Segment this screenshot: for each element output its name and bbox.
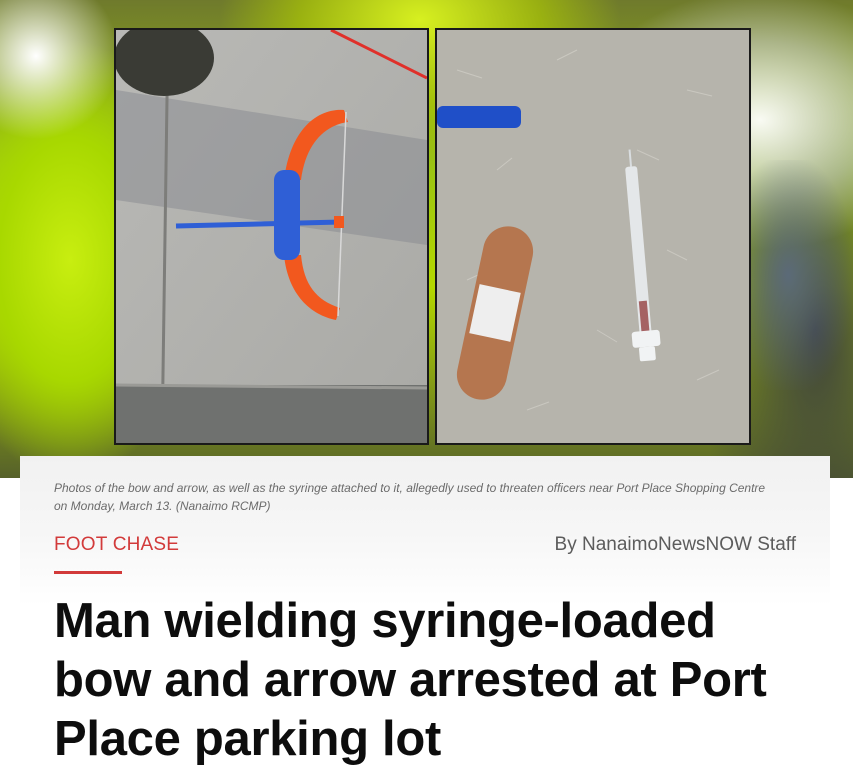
photo-caption: Photos of the bow and arrow, as well as … <box>54 481 766 513</box>
photo-syringe-and-bandage <box>435 28 751 445</box>
photo-bow-and-arrow <box>114 28 429 445</box>
category-link[interactable]: FOOT CHASE <box>54 534 179 556</box>
background-blur-highlight <box>0 0 120 140</box>
background-blur-shadow <box>745 160 853 390</box>
article-headline: Man wielding syringe-loaded bow and arro… <box>54 594 767 766</box>
category-underline <box>54 571 122 574</box>
byline: By NanaimoNewsNOW Staff <box>554 534 796 555</box>
hero-banner <box>0 0 853 478</box>
